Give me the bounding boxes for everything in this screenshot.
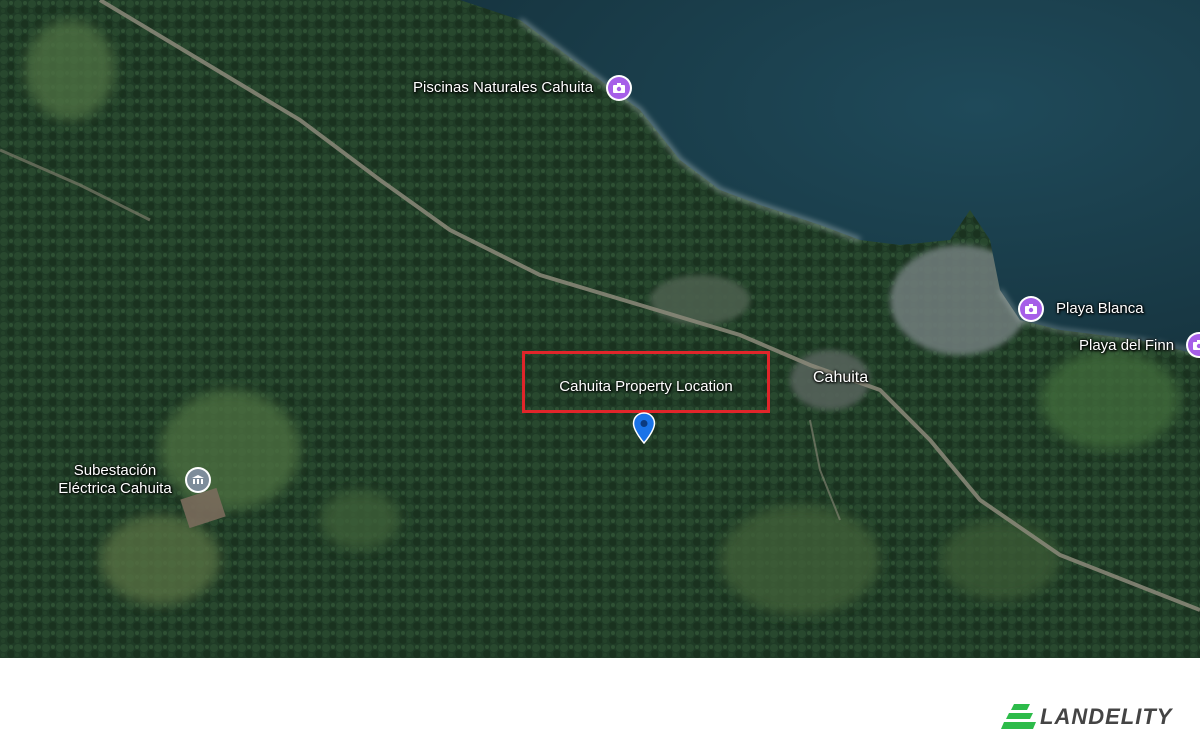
cahuita-town-label[interactable]: Cahuita <box>813 369 868 387</box>
subestacion-label[interactable]: Subestación Eléctrica Cahuita <box>50 462 180 498</box>
camera-icon[interactable] <box>608 77 630 99</box>
subestacion-label-line2: Eléctrica Cahuita <box>58 480 172 497</box>
playa-blanca-label[interactable]: Playa Blanca <box>1056 300 1144 318</box>
subestacion-label-line1: Subestación <box>73 462 157 479</box>
landelity-logo-icon <box>1001 704 1036 729</box>
building-icon[interactable] <box>187 469 209 491</box>
camera-icon[interactable] <box>1020 298 1042 320</box>
landelity-logo[interactable]: LANDELITY <box>1000 702 1172 732</box>
piscinas-naturales-label[interactable]: Piscinas Naturales Cahuita <box>413 79 593 97</box>
property-location-highlight: Cahuita Property Location <box>522 351 770 413</box>
landelity-logo-text: LANDELITY <box>1040 704 1173 729</box>
satellite-terrain <box>0 0 1200 658</box>
property-location-label: Cahuita Property Location <box>559 378 733 395</box>
satellite-map[interactable]: Piscinas Naturales Cahuita Playa Blanca … <box>0 0 1200 658</box>
location-pin-icon[interactable] <box>632 412 656 445</box>
playa-del-finn-label[interactable]: Playa del Finn <box>1079 337 1174 355</box>
